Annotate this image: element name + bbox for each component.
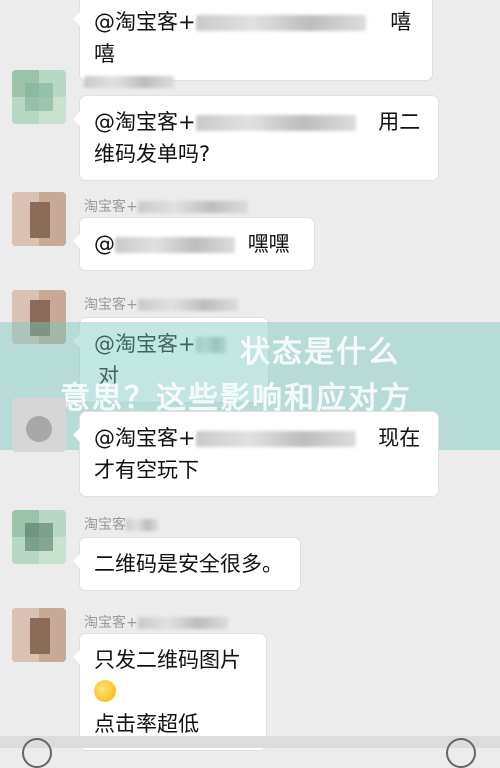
- sender-name: 淘宝客+: [84, 294, 238, 314]
- redacted-name: [115, 237, 235, 253]
- avatar[interactable]: [12, 608, 66, 662]
- chat-history[interactable]: @淘宝客+ 嘻嘻 @淘宝客+ 用二 维码发单吗? 淘宝客+ @ 嘿嘿 淘宝客+ …: [0, 0, 500, 768]
- redacted-name: [195, 15, 366, 31]
- message-bubble[interactable]: @淘宝客+ 嘻嘻: [73, 0, 432, 80]
- message-bubble[interactable]: @ 嘿嘿: [73, 218, 314, 270]
- sender-name: 淘宝客: [84, 514, 158, 534]
- more-icon[interactable]: [446, 738, 476, 768]
- redacted-name: [195, 115, 356, 131]
- sender-name: [84, 74, 174, 90]
- watermark-text: 状态是什么 意思？这些影响和应对方: [60, 335, 412, 416]
- avatar[interactable]: [12, 70, 66, 124]
- voice-icon[interactable]: [22, 738, 52, 768]
- avatar[interactable]: [12, 192, 66, 246]
- message-bubble[interactable]: 只发二维码图片 点击率超低: [73, 634, 266, 750]
- message-bubble[interactable]: @淘宝客+ 现在 才有空玩下: [73, 412, 438, 496]
- redacted-name: [195, 431, 356, 447]
- sender-name: 淘宝客+: [84, 196, 248, 216]
- avatar[interactable]: [12, 398, 66, 452]
- message-bubble[interactable]: @淘宝客+ 用二 维码发单吗?: [73, 96, 438, 180]
- cry-laugh-emoji-icon: [94, 680, 116, 702]
- avatar[interactable]: [12, 510, 66, 564]
- input-toolbar: [0, 736, 500, 768]
- message-bubble[interactable]: 二维码是安全很多。: [73, 538, 300, 590]
- sender-name: 淘宝客+: [84, 612, 228, 632]
